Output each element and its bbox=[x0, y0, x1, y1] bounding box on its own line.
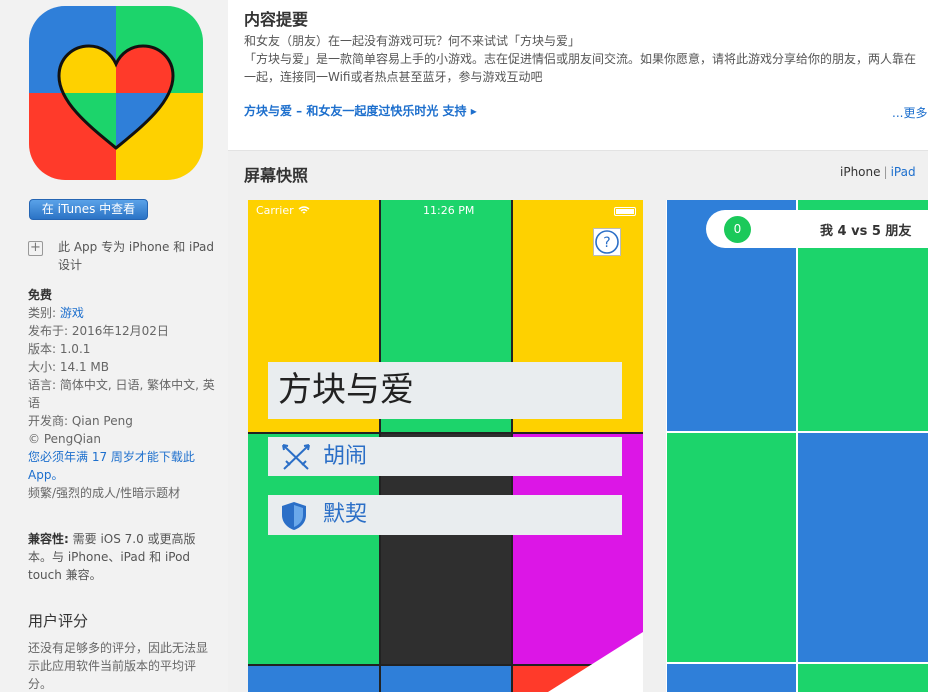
compat-label: 兼容性: bbox=[28, 532, 69, 546]
fight-mode-label: 胡闹 bbox=[323, 444, 368, 469]
crossed-swords-icon bbox=[282, 444, 310, 470]
page-curl bbox=[548, 632, 643, 692]
file-size: 大小: 14.1 MB bbox=[28, 360, 109, 374]
app-info: 免费 类别: 游戏 发布于: 2016年12月02日 版本: 1.0.1 大小:… bbox=[28, 286, 220, 502]
device-ipad-tab[interactable]: iPad bbox=[891, 165, 916, 179]
fight-mode-button[interactable]: 胡闹 bbox=[268, 437, 622, 476]
screenshot-2[interactable]: 0 我 4 vs 5 朋友 bbox=[666, 200, 928, 692]
svg-text:?: ? bbox=[603, 235, 610, 251]
screenshot-1[interactable]: Carrier 11:26 PM ? 方块与爱 胡闹 默契 bbox=[248, 200, 643, 692]
description-line: 「方块与爱」是一款简单容易上手的小游戏。志在促进情侣或朋友间交流。如果你愿意，请… bbox=[244, 52, 917, 84]
release-date: 发布于: 2016年12月02日 bbox=[28, 324, 169, 338]
help-icon[interactable]: ? bbox=[593, 228, 621, 256]
price: 免费 bbox=[28, 288, 53, 302]
description-text: 和女友（朋友）在一起没有游戏可玩？何不来试试「方块与爱」 「方块与爱」是一款简单… bbox=[244, 32, 924, 86]
device-switch: iPhone | iPad bbox=[840, 165, 916, 179]
category-row: 类别: 游戏 bbox=[28, 304, 220, 322]
score-bar: 0 我 4 vs 5 朋友 bbox=[706, 210, 928, 248]
view-in-itunes-button[interactable]: 在 iTunes 中查看 bbox=[29, 199, 148, 220]
score-badge: 0 bbox=[724, 216, 751, 243]
device-iphone-tab[interactable]: iPhone bbox=[840, 165, 881, 179]
description-title: 内容提要 bbox=[244, 10, 309, 29]
carrier-label: Carrier bbox=[256, 204, 294, 217]
wifi-icon bbox=[298, 206, 310, 214]
battery-icon bbox=[614, 207, 636, 216]
tacit-mode-label: 默契 bbox=[323, 502, 368, 527]
version: 版本: 1.0.1 bbox=[28, 342, 91, 356]
content-warning: 频繁/强烈的成人/性暗示题材 bbox=[28, 486, 181, 500]
age-notice: 您必须年满 17 周岁才能下载此 App。 bbox=[28, 450, 195, 482]
more-link[interactable]: ...更多 bbox=[892, 104, 927, 121]
category-link[interactable]: 游戏 bbox=[60, 306, 84, 320]
compatibility: 兼容性: 需要 iOS 7.0 或更高版本。与 iPhone、iPad 和 iP… bbox=[28, 530, 198, 584]
status-time: 11:26 PM bbox=[423, 204, 475, 217]
designed-for-text: 此 App 专为 iPhone 和 iPad 设计 bbox=[58, 240, 215, 272]
developer: 开发商: Qian Peng bbox=[28, 414, 133, 428]
app-icon bbox=[29, 6, 203, 180]
support-link[interactable]: 方块与爱 – 和女友一起度过快乐时光 支持 ▸ bbox=[244, 102, 477, 119]
screenshots-title: 屏幕快照 bbox=[244, 166, 309, 185]
description-line: 和女友（朋友）在一起没有游戏可玩？何不来试试「方块与爱」 bbox=[244, 34, 581, 48]
shield-icon bbox=[282, 502, 306, 530]
plus-icon: + bbox=[28, 241, 43, 256]
ratings-title: 用户评分 bbox=[28, 612, 89, 630]
languages: 语言: 简体中文, 日语, 繁体中文, 英语 bbox=[28, 378, 215, 410]
copyright: © PengQian bbox=[28, 432, 101, 446]
category-label: 类别: bbox=[28, 306, 57, 320]
device-separator: | bbox=[883, 165, 888, 179]
versus-score: 我 4 vs 5 朋友 bbox=[820, 224, 912, 239]
tacit-mode-button[interactable]: 默契 bbox=[268, 495, 622, 535]
ratings-text: 还没有足够多的评分，因此无法显示此应用软件当前版本的平均评分。 bbox=[28, 641, 209, 691]
heart-icon bbox=[57, 44, 175, 150]
app-sidebar: 在 iTunes 中查看 + 此 App 专为 iPhone 和 iPad 设计… bbox=[0, 0, 228, 692]
game-title: 方块与爱 bbox=[268, 362, 622, 419]
